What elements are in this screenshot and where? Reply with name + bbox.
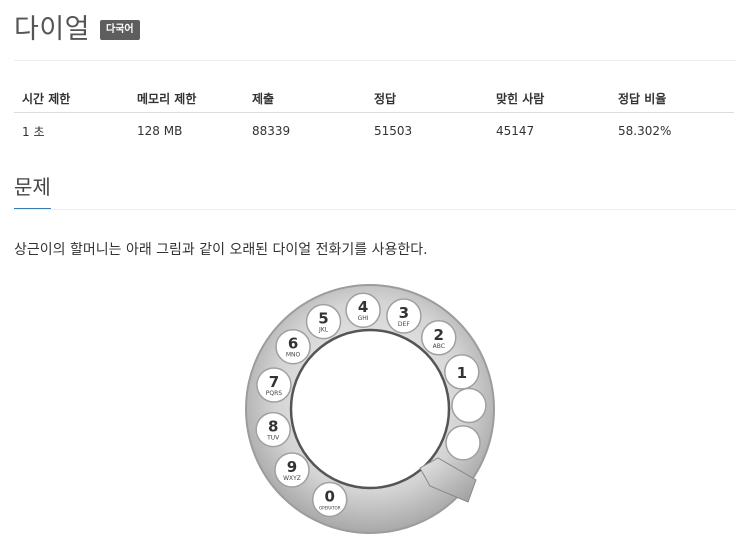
header-time-limit: 시간 제한 bbox=[14, 84, 129, 113]
dial-digit-8: 8 bbox=[268, 418, 278, 436]
problem-stats-table: 시간 제한 메모리 제한 제출 정답 맞힌 사람 정답 비율 1 초 128 M… bbox=[14, 84, 734, 149]
dial-letters-8: TUV bbox=[266, 435, 280, 442]
dial-digit-6: 6 bbox=[288, 335, 298, 353]
dial-letters-9: WXYZ bbox=[283, 475, 301, 482]
rotary-dial-image: 1 2ABC 3DEF 4GHI 5JKL 6MNO 7PQRS 8TUV 9WXYZ 0OPER… bbox=[245, 284, 495, 534]
value-time-limit: 1 초 bbox=[22, 124, 45, 139]
stats-header-row: 시간 제한 메모리 제한 제출 정답 맞힌 사람 정답 비율 bbox=[14, 84, 734, 113]
value-ratio: 58.302% bbox=[618, 124, 672, 138]
section-title: 문제 bbox=[14, 174, 51, 210]
dial-letters-7: PQRS bbox=[266, 390, 283, 397]
dial-digit-3: 3 bbox=[399, 304, 409, 322]
dial-center bbox=[289, 328, 451, 490]
title-row: 다이얼 다국어 bbox=[14, 6, 140, 46]
value-memory-limit: 128 MB bbox=[137, 124, 183, 138]
dial-letters-6: MNO bbox=[286, 352, 301, 359]
value-solvers[interactable]: 45147 bbox=[488, 113, 610, 150]
dial-digit-2: 2 bbox=[434, 326, 444, 344]
dial-letters-2: ABC bbox=[433, 343, 445, 350]
dial-digit-7: 7 bbox=[269, 373, 279, 391]
dial-empty-hole-b bbox=[445, 425, 481, 461]
dial-digit-9: 9 bbox=[287, 458, 297, 476]
header-ratio: 정답 비율 bbox=[610, 84, 734, 113]
stats-value-row: 1 초 128 MB 88339 51503 45147 58.302% bbox=[14, 113, 734, 150]
dial-empty-hole-a bbox=[451, 387, 487, 424]
dial-letters-4: GHI bbox=[358, 315, 369, 322]
page-title: 다이얼 bbox=[14, 13, 91, 45]
dial-letters-3: DEF bbox=[398, 321, 410, 328]
value-accepted: 51503 bbox=[374, 124, 413, 138]
dial-digit-0: 0 bbox=[325, 487, 335, 505]
header-accepted: 정답 bbox=[366, 84, 488, 113]
divider bbox=[14, 60, 736, 61]
language-badge[interactable]: 다국어 bbox=[100, 20, 140, 40]
dial-digit-5: 5 bbox=[318, 310, 328, 328]
dial-letters-5: JKL bbox=[318, 327, 329, 334]
header-submissions: 제출 bbox=[244, 84, 366, 113]
header-memory-limit: 메모리 제한 bbox=[129, 84, 244, 113]
header-solvers: 맞힌 사람 bbox=[488, 84, 610, 113]
dial-letters-0: OPERATOR bbox=[319, 505, 341, 510]
dial-digit-4: 4 bbox=[358, 298, 368, 316]
value-submissions[interactable]: 88339 bbox=[244, 113, 366, 150]
dial-digit-1: 1 bbox=[457, 364, 467, 382]
problem-description: 상근이의 할머니는 아래 그림과 같이 오래된 다이얼 전화기를 사용한다. bbox=[14, 242, 428, 258]
section-divider bbox=[14, 209, 736, 210]
